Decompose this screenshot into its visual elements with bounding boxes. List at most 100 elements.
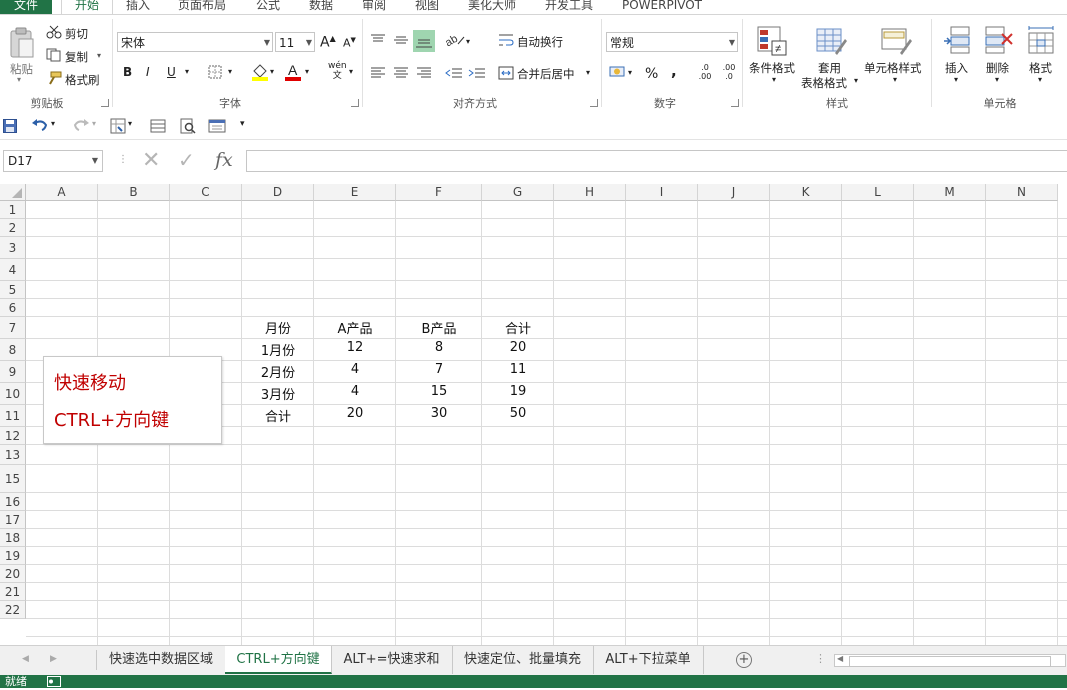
column-header[interactable]: A bbox=[26, 184, 98, 201]
align-middle-icon[interactable] bbox=[393, 33, 409, 50]
table-cell[interactable]: 19 bbox=[482, 384, 554, 399]
row-header[interactable]: 15 bbox=[0, 465, 26, 493]
table-cell[interactable]: 20 bbox=[314, 406, 396, 421]
tab-data[interactable]: 数据 bbox=[309, 0, 333, 14]
sheet-tab[interactable]: 快速选中数据区域 bbox=[97, 646, 226, 674]
column-header[interactable]: N bbox=[986, 184, 1058, 201]
row-header[interactable]: 8 bbox=[0, 339, 26, 361]
spreadsheet-grid[interactable]: ABCDEFGHIJKLMN 1 2 3 4 5 6 7 8 9 10 11 12 13 15 16 17 18… bbox=[0, 184, 1067, 645]
table-cell[interactable]: 8 bbox=[396, 340, 482, 355]
sheet-tab-active[interactable]: CTRL+方向键 bbox=[225, 646, 332, 674]
shrink-font-button[interactable]: A▼ bbox=[343, 36, 356, 50]
sheet-tab[interactable]: ALT+下拉菜单 bbox=[593, 646, 704, 674]
undo-dropdown-icon[interactable]: ▾ bbox=[51, 119, 55, 128]
scrollbar-thumb[interactable] bbox=[849, 656, 1051, 667]
row-header[interactable]: 11 bbox=[0, 405, 26, 427]
table-cell[interactable]: 3月份 bbox=[242, 384, 314, 403]
row-header[interactable]: 1 bbox=[0, 201, 26, 219]
insert-function-icon[interactable]: fx bbox=[215, 149, 233, 171]
text-orientation-icon[interactable]: ab bbox=[443, 32, 466, 51]
column-header[interactable]: E bbox=[314, 184, 396, 201]
row-header[interactable]: 17 bbox=[0, 511, 26, 529]
conditional-format-button[interactable]: 条件格式 bbox=[749, 60, 795, 76]
tab-review[interactable]: 审阅 bbox=[362, 0, 386, 14]
accounting-format-icon[interactable] bbox=[609, 64, 627, 83]
row-header[interactable]: 22 bbox=[0, 601, 26, 619]
conditional-format-dropdown-icon[interactable]: ▾ bbox=[772, 75, 776, 84]
paste-dropdown-icon[interactable]: ▾ bbox=[17, 75, 21, 84]
font-size-select[interactable]: 11 ▼ bbox=[275, 32, 315, 52]
align-left-icon[interactable] bbox=[370, 66, 386, 83]
number-format-select[interactable]: 常规 ▼ bbox=[606, 32, 738, 52]
tab-powerpivot[interactable]: POWERPIVOT bbox=[622, 0, 702, 14]
text-box[interactable]: 快速移动 CTRL+方向键 bbox=[43, 356, 222, 444]
column-header[interactable]: L bbox=[842, 184, 914, 201]
customize-qat-icon[interactable]: ▾ bbox=[240, 119, 245, 129]
delete-cells-button[interactable]: 删除 bbox=[986, 60, 1009, 76]
orientation-dropdown-icon[interactable]: ▾ bbox=[466, 37, 470, 46]
phonetic-button[interactable]: wén 文 bbox=[328, 61, 347, 81]
align-bottom-icon[interactable] bbox=[413, 30, 435, 55]
paste-icon[interactable] bbox=[8, 27, 36, 64]
tab-beautify[interactable]: 美化大师 bbox=[468, 0, 516, 14]
cell-styles-button[interactable]: 单元格样式 bbox=[864, 60, 922, 76]
tab-home[interactable]: 开始 bbox=[61, 0, 113, 14]
table-cell[interactable]: 2月份 bbox=[242, 362, 314, 381]
tab-developer[interactable]: 开发工具 bbox=[545, 0, 593, 14]
row-header[interactable]: 4 bbox=[0, 259, 26, 281]
sheet-tab[interactable]: 快速定位、批量填充 bbox=[452, 646, 594, 674]
row-header[interactable]: 5 bbox=[0, 281, 26, 299]
cell-styles-dropdown-icon[interactable]: ▾ bbox=[893, 75, 897, 84]
tab-page-layout[interactable]: 页面布局 bbox=[178, 0, 226, 14]
sheet-view-icon[interactable] bbox=[110, 118, 126, 137]
cut-button[interactable]: 剪切 bbox=[65, 26, 88, 42]
border-dropdown-icon[interactable]: ▾ bbox=[228, 67, 232, 76]
align-right-icon[interactable] bbox=[416, 66, 432, 83]
font-name-select[interactable]: 宋体 ▼ bbox=[117, 32, 273, 52]
format-as-table-button-line1[interactable]: 套用 bbox=[818, 60, 841, 76]
row-header[interactable]: 9 bbox=[0, 361, 26, 383]
select-all-corner[interactable] bbox=[0, 184, 26, 201]
table-cell[interactable]: 50 bbox=[482, 406, 554, 421]
new-sheet-icon[interactable]: + bbox=[736, 652, 752, 668]
row-header[interactable]: 19 bbox=[0, 547, 26, 565]
column-header[interactable]: I bbox=[626, 184, 698, 201]
merge-center-button[interactable]: 合并后居中 bbox=[517, 66, 575, 82]
table-header-total[interactable]: 合计 bbox=[482, 318, 554, 337]
save-icon[interactable] bbox=[3, 119, 17, 136]
table-cell[interactable]: 20 bbox=[482, 340, 554, 355]
bold-button[interactable]: B bbox=[123, 65, 132, 79]
table-cell[interactable]: 30 bbox=[396, 406, 482, 421]
table-header-product-b[interactable]: B产品 bbox=[396, 318, 482, 337]
underline-button[interactable]: U bbox=[167, 65, 176, 79]
undo-icon[interactable] bbox=[31, 118, 49, 135]
format-cells-dropdown-icon[interactable]: ▾ bbox=[1038, 75, 1042, 84]
formula-input[interactable] bbox=[246, 150, 1067, 172]
wrap-text-button[interactable]: 自动换行 bbox=[517, 34, 563, 50]
row-header[interactable]: 12 bbox=[0, 427, 26, 445]
underline-dropdown-icon[interactable]: ▾ bbox=[185, 67, 189, 76]
table-cell[interactable]: 4 bbox=[314, 384, 396, 399]
insert-cells-dropdown-icon[interactable]: ▾ bbox=[954, 75, 958, 84]
table-cell[interactable]: 15 bbox=[396, 384, 482, 399]
format-painter-button[interactable]: 格式刷 bbox=[65, 72, 100, 88]
tab-view[interactable]: 视图 bbox=[415, 0, 439, 14]
sheet-view-dropdown-icon[interactable]: ▾ bbox=[128, 119, 132, 128]
accounting-dropdown-icon[interactable]: ▾ bbox=[628, 68, 632, 77]
number-launcher-icon[interactable] bbox=[731, 99, 739, 107]
grow-font-button[interactable]: A▲ bbox=[320, 34, 336, 51]
print-preview-icon[interactable] bbox=[180, 118, 196, 137]
name-box[interactable]: D17 ▼ bbox=[3, 150, 103, 172]
clipboard-launcher-icon[interactable] bbox=[101, 99, 109, 107]
row-header[interactable]: 7 bbox=[0, 317, 26, 339]
decrease-decimal-button[interactable]: .00 .0 bbox=[718, 63, 740, 81]
copy-dropdown-icon[interactable]: ▾ bbox=[97, 51, 101, 60]
align-top-icon[interactable] bbox=[370, 33, 386, 50]
italic-button[interactable]: I bbox=[146, 65, 150, 79]
redo-dropdown-icon[interactable]: ▾ bbox=[92, 119, 96, 128]
print-layout-icon[interactable] bbox=[150, 119, 166, 136]
border-icon[interactable] bbox=[208, 65, 222, 82]
phonetic-dropdown-icon[interactable]: ▾ bbox=[349, 67, 353, 76]
tab-formulas[interactable]: 公式 bbox=[256, 0, 280, 14]
form-icon[interactable] bbox=[208, 119, 226, 136]
